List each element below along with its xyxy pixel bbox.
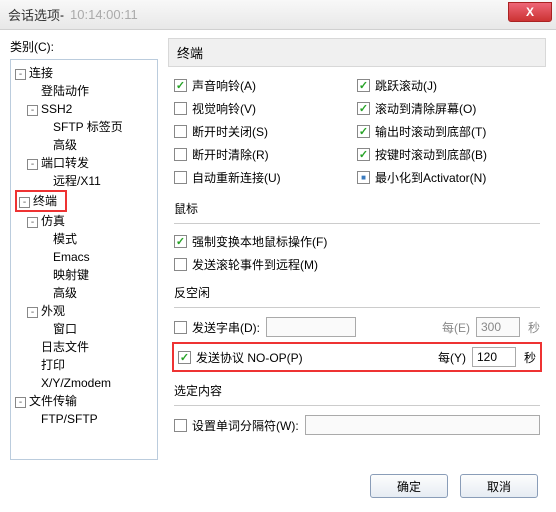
tree-node[interactable]: 映射键 <box>53 268 89 282</box>
category-label: 类别(C): <box>10 38 158 55</box>
tree-node[interactable]: FTP/SFTP <box>41 412 98 426</box>
checkbox-audio-bell[interactable] <box>174 79 187 92</box>
word-delimiters-input[interactable] <box>305 415 540 435</box>
divider <box>174 307 540 308</box>
ok-button[interactable]: 确定 <box>370 474 448 498</box>
tree-node[interactable]: SSH2 <box>41 102 72 116</box>
tree-node[interactable]: 外观 <box>41 304 65 318</box>
titlebar: 会话选项 - 10:14:00:11 X <box>0 0 556 30</box>
checkbox-send-noop[interactable] <box>178 351 191 364</box>
anti-idle-label: 反空闲 <box>174 284 546 301</box>
tree-node[interactable]: 窗口 <box>53 322 77 336</box>
cancel-button[interactable]: 取消 <box>460 474 538 498</box>
tree-node[interactable]: 登陆动作 <box>41 84 89 98</box>
tree-node-terminal[interactable]: 终端 <box>33 194 57 208</box>
tree-node[interactable]: 日志文件 <box>41 340 89 354</box>
highlight-box: 发送协议 NO-OP(P) 每(Y) 秒 <box>172 342 542 372</box>
checkbox-clear-disconnect[interactable] <box>174 148 187 161</box>
tree-node[interactable]: 高级 <box>53 286 77 300</box>
every-e-input[interactable] <box>476 317 520 337</box>
dialog-footer: 确定 取消 <box>0 468 556 504</box>
expand-icon[interactable]: - <box>27 105 38 116</box>
checkbox-send-string[interactable] <box>174 321 187 334</box>
checkbox-scroll-clear[interactable] <box>357 102 370 115</box>
checkbox-word-delimiters[interactable] <box>174 419 187 432</box>
tree-node[interactable]: 打印 <box>41 358 65 372</box>
expand-icon[interactable]: - <box>19 197 30 208</box>
tree-node[interactable]: 高级 <box>53 138 77 152</box>
checkbox-minimize-activator[interactable] <box>357 171 370 184</box>
panel-title: 终端 <box>168 38 546 67</box>
every-y-input[interactable] <box>472 347 516 367</box>
expand-icon[interactable]: - <box>27 307 38 318</box>
selection-label: 选定内容 <box>174 382 546 399</box>
checkbox-scroll-keypress[interactable] <box>357 148 370 161</box>
category-tree[interactable]: -连接 登陆动作 -SSH2 SFTP 标签页 高级 -端口转发 远程/X11 <box>10 59 158 460</box>
expand-icon[interactable]: - <box>15 69 26 80</box>
tree-node[interactable]: 模式 <box>53 232 77 246</box>
mouse-group-label: 鼠标 <box>174 200 546 217</box>
tree-node-filetransfer[interactable]: 文件传输 <box>29 394 77 408</box>
checkbox-send-wheel-remote[interactable] <box>174 258 187 271</box>
checkbox-force-local-mouse[interactable] <box>174 235 187 248</box>
window-title: 会话选项 <box>8 5 60 24</box>
checkbox-jump-scroll[interactable] <box>357 79 370 92</box>
checkbox-auto-reconnect[interactable] <box>174 171 187 184</box>
divider <box>174 223 540 224</box>
tree-node[interactable]: 仿真 <box>41 214 65 228</box>
checkbox-visual-bell[interactable] <box>174 102 187 115</box>
expand-icon[interactable]: - <box>15 397 26 408</box>
close-button[interactable]: X <box>508 2 552 22</box>
tree-node[interactable]: 端口转发 <box>41 156 89 170</box>
title-meta: 10:14:00:11 <box>70 7 138 22</box>
checkbox-close-disconnect[interactable] <box>174 125 187 138</box>
tree-node-connection[interactable]: 连接 <box>29 66 53 80</box>
tree-node[interactable]: Emacs <box>53 250 90 264</box>
expand-icon[interactable]: - <box>27 217 38 228</box>
tree-node[interactable]: 远程/X11 <box>53 174 101 188</box>
expand-icon[interactable]: - <box>27 159 38 170</box>
checkbox-scroll-output[interactable] <box>357 125 370 138</box>
tree-node[interactable]: SFTP 标签页 <box>53 120 123 134</box>
send-string-input[interactable] <box>266 317 356 337</box>
divider <box>174 405 540 406</box>
tree-node[interactable]: X/Y/Zmodem <box>41 376 111 390</box>
